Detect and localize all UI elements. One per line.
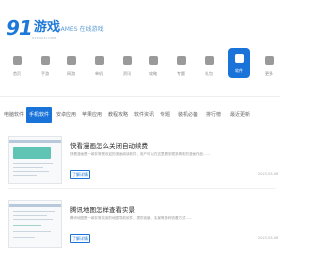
- console-game-icon: [94, 56, 104, 65]
- site-header: 91 游戏 91YOUXI.COM GAMES 在线游戏: [0, 0, 280, 44]
- nav-item-label: 手游: [41, 71, 49, 76]
- nav-item-gifts[interactable]: 礼包: [198, 52, 220, 82]
- article-date: 2023-05-06: [258, 236, 279, 240]
- logo-subtitle: 91YOUXI.COM: [32, 36, 57, 40]
- tab-tutorials[interactable]: 教程攻略: [108, 107, 128, 123]
- article-thumbnail[interactable]: [8, 136, 62, 184]
- nav-item-standalone[interactable]: 单机: [88, 52, 110, 82]
- article-date: 2023-05-06: [258, 172, 279, 176]
- nav-item-label: 更多: [265, 71, 273, 76]
- nav-item-label: 专题: [177, 71, 185, 76]
- tab-topics[interactable]: 专题: [160, 107, 170, 123]
- nav-item-home[interactable]: 首页: [6, 52, 28, 82]
- read-more-button[interactable]: 了解详情: [70, 170, 90, 179]
- nav-item-topics[interactable]: 专题: [170, 52, 192, 82]
- tab-mobile-software[interactable]: 手机软件: [26, 107, 53, 123]
- nav-item-news[interactable]: 资讯: [116, 52, 138, 82]
- software-icon: [234, 54, 244, 63]
- article-description: 腾讯地图是一款非常实用的地图导航软件，提供街景、实景等多种查看方式……: [70, 216, 193, 220]
- nav-item-mobile-games[interactable]: 手游: [34, 52, 56, 82]
- tab-ios-apps[interactable]: 苹果应用: [82, 107, 102, 123]
- article-card[interactable]: 快看漫画怎么关闭自动续费 快看漫画是一款非常受欢迎的漫画阅读软件，用户可以在这里…: [8, 136, 279, 190]
- gift-icon: [204, 56, 214, 65]
- article-thumbnail[interactable]: [8, 200, 62, 248]
- article-card[interactable]: 腾讯地图怎样查看实景 腾讯地图是一款非常实用的地图导航软件，提供街景、实景等多种…: [8, 200, 279, 254]
- more-icon: [264, 56, 274, 65]
- article-title[interactable]: 快看漫画怎么关闭自动续费: [70, 140, 148, 150]
- tab-pc-software[interactable]: 电脑软件: [4, 107, 24, 123]
- nav-item-label: 资讯: [123, 71, 131, 76]
- nav-item-label: 攻略: [149, 71, 157, 76]
- article-divider: [8, 188, 276, 189]
- article-title[interactable]: 腾讯地图怎样查看实景: [70, 204, 135, 214]
- tab-software-news[interactable]: 软件资讯: [134, 107, 154, 123]
- category-tabs: 电脑软件 手机软件 安卓应用 苹果应用 教程攻略 软件资讯 专题 装机必备 排行…: [0, 104, 280, 126]
- section-divider: [0, 96, 280, 97]
- nav-item-label: 网游: [67, 71, 75, 76]
- icon-nav: 首页 手游 网游 单机 资讯 攻略 专题 礼包 软件 更多: [0, 44, 280, 84]
- nav-item-label: 软件: [235, 68, 243, 73]
- news-icon: [122, 56, 132, 65]
- nav-item-label: 礼包: [205, 71, 213, 76]
- nav-item-label: 首页: [13, 71, 21, 76]
- page: 91 游戏 91YOUXI.COM GAMES 在线游戏 首页 手游 网游 单机…: [0, 0, 280, 260]
- logo-number: 91: [6, 16, 33, 40]
- nav-item-software[interactable]: 软件: [228, 48, 250, 78]
- home-icon: [12, 56, 22, 65]
- topic-icon: [176, 56, 186, 65]
- online-game-icon: [66, 56, 76, 65]
- nav-item-online-games[interactable]: 网游: [60, 52, 82, 82]
- tab-recent[interactable]: 最近更新: [230, 107, 250, 123]
- mobile-game-icon: [40, 56, 50, 65]
- nav-item-label: 单机: [95, 71, 103, 76]
- tab-android-apps[interactable]: 安卓应用: [56, 107, 76, 123]
- tab-rankings[interactable]: 排行榜: [206, 107, 221, 123]
- guide-icon: [148, 56, 158, 65]
- article-description: 快看漫画是一款非常受欢迎的漫画阅读软件，用户可以在这里看到很多精彩的漫画作品……: [70, 152, 210, 156]
- read-more-button[interactable]: 了解详情: [70, 234, 90, 243]
- site-slogan: GAMES 在线游戏: [56, 26, 104, 33]
- nav-item-more[interactable]: 更多: [258, 52, 280, 82]
- tab-essentials[interactable]: 装机必备: [178, 107, 198, 123]
- nav-item-guides[interactable]: 攻略: [142, 52, 164, 82]
